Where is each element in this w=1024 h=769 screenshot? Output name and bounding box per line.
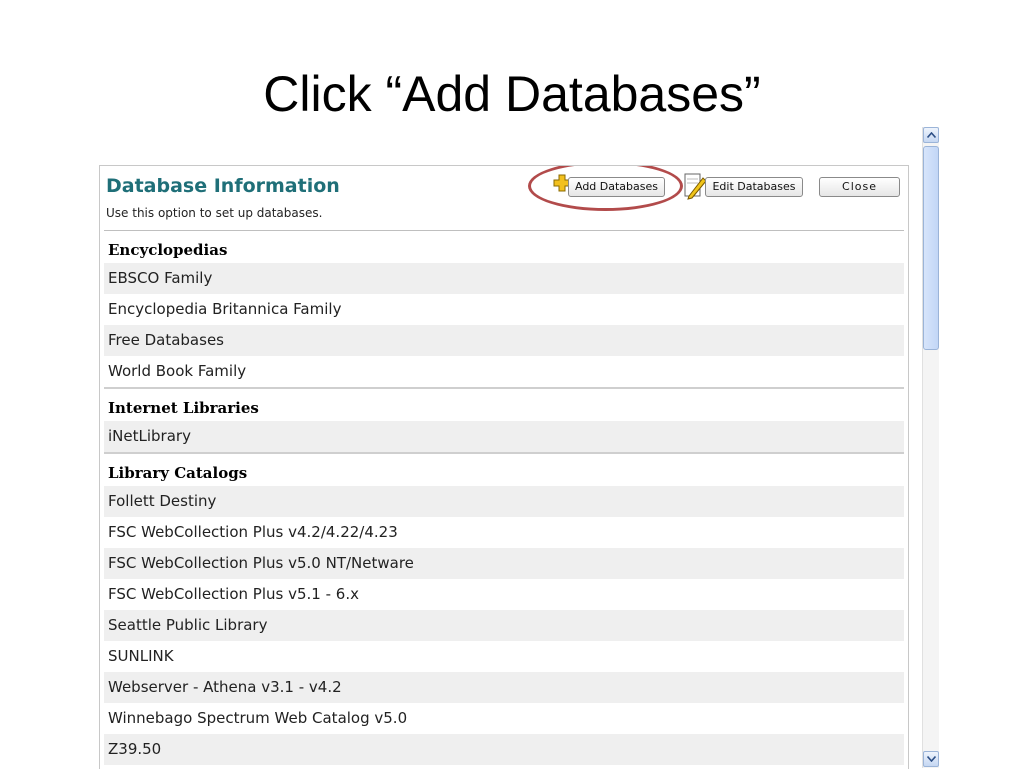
list-item[interactable]: FSC WebCollection Plus v5.1 - 6.x [104,579,904,610]
list-item[interactable]: Free Databases [104,325,904,356]
add-databases-button[interactable]: Add Databases [568,177,665,197]
list-item[interactable]: Webserver - Athena v3.1 - v4.2 [104,672,904,703]
list-item[interactable]: FSC WebCollection Plus v5.0 NT/Netware [104,548,904,579]
list-item[interactable]: iNetLibrary [104,421,904,452]
panel-title: Database Information [106,175,340,197]
section-library-catalogs: Library Catalogs Follett Destiny FSC Web… [104,452,904,765]
edit-databases-button[interactable]: Edit Databases [705,177,803,197]
list-item[interactable]: EBSCO Family [104,263,904,294]
chevron-down-icon[interactable] [923,751,939,767]
list-item[interactable]: Z39.50 [104,734,904,765]
list-item[interactable]: Encyclopedia Britannica Family [104,294,904,325]
list-item[interactable]: Seattle Public Library [104,610,904,641]
section-heading: Library Catalogs [108,464,248,482]
panel-header: Database Information Use this option to … [100,166,908,230]
section-internet-libraries: Internet Libraries iNetLibrary [104,387,904,452]
list-item[interactable]: Follett Destiny [104,486,904,517]
pencil-icon[interactable] [683,172,707,200]
list-item[interactable]: Winnebago Spectrum Web Catalog v5.0 [104,703,904,734]
chevron-up-icon[interactable] [923,127,939,143]
slide-title: Click “Add Databases” [263,66,761,122]
scrollbar-thumb[interactable] [923,146,939,350]
section-heading: Encyclopedias [108,241,228,259]
list-item[interactable]: FSC WebCollection Plus v4.2/4.22/4.23 [104,517,904,548]
close-button[interactable]: Close [819,177,900,197]
section-encyclopedias: Encyclopedias EBSCO Family Encyclopedia … [104,230,904,387]
list-item[interactable]: World Book Family [104,356,904,387]
vertical-scrollbar[interactable] [922,127,939,768]
panel-subtitle: Use this option to set up databases. [106,206,323,220]
database-information-panel: Database Information Use this option to … [99,165,909,769]
section-heading: Internet Libraries [108,399,259,417]
list-item[interactable]: SUNLINK [104,641,904,672]
